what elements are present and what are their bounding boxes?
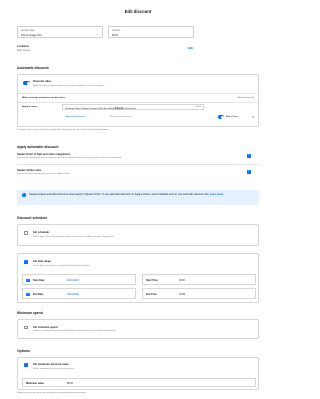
apply-limit-toggle[interactable]	[218, 115, 224, 119]
start-time-value: 09:00	[179, 279, 185, 282]
start-date-value: 03/12/2023	[67, 279, 79, 282]
minimum-heading: Minimum spend	[17, 311, 43, 315]
info-icon: i	[22, 193, 26, 197]
apply-to-items-field[interactable]: Chewing Chew Cooking Caramel Prints box …	[62, 103, 204, 110]
apply-to-value: Chewing Chew Cooking Caramel Prints box …	[65, 108, 136, 110]
online-label: Square Online sites	[17, 169, 42, 172]
start-time-field[interactable]: Start Time 09:00	[142, 274, 256, 285]
item-count: ⌄	[206, 106, 208, 109]
set-dates-desc: Set the dates this discount is available…	[33, 264, 90, 267]
minimum-spend-desc: Require a minimum subtotal to qualify fo…	[33, 330, 116, 332]
online-checkbox[interactable]	[247, 169, 251, 174]
pos-label: Square Point of Sale and other integrati…	[17, 153, 71, 156]
automatic-discount-heading: Automatic discount	[17, 66, 49, 70]
edit-purchase-list-link[interactable]: Edit purchase list	[237, 97, 254, 99]
end-time-value: 12:59	[179, 293, 185, 296]
end-date-value: 03/21/2023	[67, 293, 79, 296]
max-value-label: Maximum value	[26, 382, 44, 385]
info-learn-more-link[interactable]: Learn more	[210, 193, 223, 196]
end-date-field[interactable]: End Date 03/21/2023	[22, 288, 136, 299]
set-schedule-card: Set schedule Set the days of the week an…	[17, 224, 259, 246]
date-range-card: Set date range Set the dates this discou…	[17, 253, 259, 303]
apply-to-price: $5.00	[195, 106, 201, 108]
end-time-field[interactable]: End Time 12:59	[142, 288, 256, 299]
options-footer: Maximum discount value can only apply to…	[17, 392, 87, 394]
automatic-footer-text: If multiple automatic discounts are appl…	[17, 129, 97, 131]
apply-to-label: Apply to items	[22, 105, 38, 108]
set-dates-checkbox[interactable]	[24, 259, 28, 264]
minimum-spend-label: Set minimum spend	[33, 325, 58, 329]
minimum-spend-checkbox[interactable]	[24, 325, 28, 330]
automatic-footer: If multiple automatic discounts are appl…	[17, 129, 108, 131]
remove-icon[interactable]: ✕	[252, 115, 254, 119]
max-discount-checkbox[interactable]	[24, 362, 28, 367]
options-heading: Options	[17, 349, 30, 353]
max-items-label: Max items per purchase	[110, 116, 132, 118]
amount-type-label: Amount type	[21, 28, 35, 32]
discount-rules-label: Discount rules	[33, 80, 52, 83]
amount-field[interactable]: Amount 50%	[108, 26, 194, 38]
minimum-spend-card: Set minimum spend Require a minimum subt…	[17, 319, 259, 339]
set-schedule-checkbox[interactable]	[24, 231, 28, 235]
pos-desc: Discount will automatically apply to ite…	[17, 157, 122, 159]
start-date-checkbox[interactable]	[26, 278, 30, 283]
online-desc: Discount will automatically apply to ite…	[17, 173, 70, 175]
set-dates-label: Set date range	[33, 260, 51, 263]
locations-edit-link[interactable]: Edit	[188, 47, 193, 50]
start-date-field[interactable]: Start Date 03/12/2023	[22, 274, 136, 285]
start-date-label: Start Date	[33, 279, 45, 282]
apply-limit-label: Add all items	[226, 115, 239, 118]
info-banner: i Category-based automatic discounts can…	[17, 190, 259, 205]
end-time-label: End Time	[146, 293, 157, 296]
discount-rules-desc: Apply this discount automatically to spe…	[33, 84, 105, 87]
divider	[17, 164, 259, 165]
chevron-down-icon: ⌄	[96, 31, 99, 36]
locations-value: Main Square	[17, 49, 31, 52]
max-discount-card: Set maximum discount value Set the maxim…	[17, 357, 259, 390]
max-value-value: $5.00	[67, 382, 73, 385]
set-schedule-desc: Set the days of the week and times of da…	[33, 235, 114, 238]
info-text-body: Category-based automatic discounts canno…	[29, 193, 210, 196]
schedule-heading: Discount schedule	[17, 216, 48, 220]
pos-checkbox[interactable]	[247, 153, 251, 158]
page-title: Edit discount	[124, 9, 152, 14]
end-date-label: End Date	[33, 293, 44, 296]
amount-type-select[interactable]: Amount type Percentage (%) ⌄	[17, 26, 103, 38]
apply-automatic-heading: Apply automatic discount	[17, 145, 59, 149]
locations-label: Locations	[17, 45, 30, 48]
max-discount-label: Set maximum discount value	[33, 363, 69, 366]
add-individual-items-link[interactable]: Add individual items	[66, 116, 85, 118]
end-date-checkbox[interactable]	[26, 292, 30, 297]
info-text: Category-based automatic discounts canno…	[29, 193, 255, 196]
discount-rules-toggle[interactable]	[23, 81, 30, 85]
rules-header: When customer purchases any item from	[22, 97, 65, 99]
discount-rules-card: Discount rules Apply this discount autom…	[17, 74, 260, 127]
max-discount-desc: Set the maximum discount value per purch…	[33, 367, 75, 370]
max-value-field[interactable]: Maximum value $5.00	[22, 378, 256, 387]
automatic-learn-more-link[interactable]: Learn more	[97, 129, 108, 131]
start-time-label: Start Time	[146, 279, 158, 282]
amount-value: 50%	[112, 32, 119, 37]
set-schedule-label: Set schedule	[33, 231, 50, 234]
amount-type-value: Percentage (%)	[21, 32, 42, 37]
amount-label: Amount	[112, 28, 121, 32]
